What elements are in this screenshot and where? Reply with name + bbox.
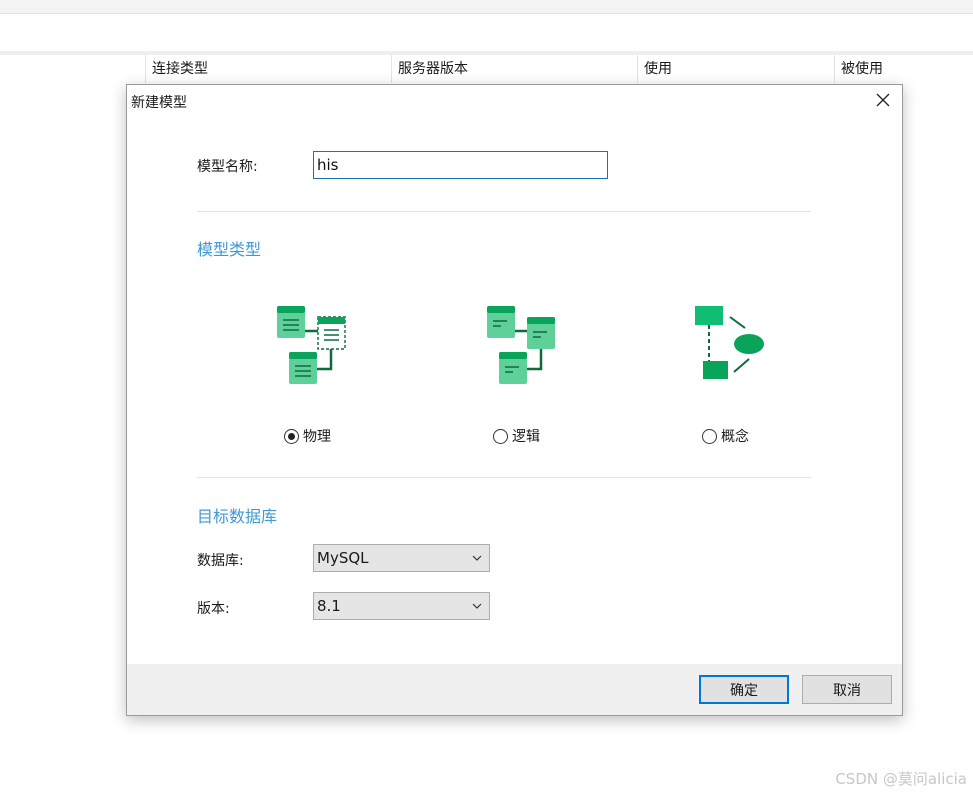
watermark: CSDN @莫问alicia — [835, 770, 967, 788]
radio-physical-label: 物理 — [303, 429, 331, 445]
column-header-connection-type[interactable]: 连接类型 — [145, 55, 391, 83]
radio-logical[interactable]: 逻辑 — [493, 426, 540, 446]
radio-conceptual-label: 概念 — [721, 429, 749, 445]
model-type-title: 模型类型 — [197, 240, 262, 259]
database-select[interactable]: MySQL — [313, 544, 490, 572]
radio-logical-label: 逻辑 — [512, 429, 540, 445]
chevron-down-icon — [472, 555, 482, 561]
new-model-dialog: 新建模型 模型名称: 模型类型 — [126, 84, 903, 716]
app-top-bar — [0, 0, 973, 14]
divider — [197, 477, 811, 478]
database-select-value: MySQL — [317, 549, 369, 567]
divider — [197, 211, 811, 212]
model-name-label: 模型名称: — [197, 159, 258, 175]
radio-conceptual[interactable]: 概念 — [702, 426, 749, 446]
version-select[interactable]: 8.1 — [313, 592, 490, 620]
ok-button[interactable]: 确定 — [699, 675, 789, 704]
chevron-down-icon — [472, 603, 482, 609]
close-icon[interactable] — [875, 92, 891, 108]
dialog-footer: 确定 取消 — [127, 664, 902, 715]
column-header-used-by[interactable]: 被使用 — [834, 55, 973, 83]
dialog-title: 新建模型 — [131, 95, 187, 111]
radio-physical[interactable]: 物理 — [284, 426, 331, 446]
version-label: 版本: — [197, 601, 230, 617]
conceptual-model-icon[interactable] — [695, 306, 767, 386]
radio-button-checked[interactable] — [284, 428, 299, 444]
model-name-input[interactable] — [313, 151, 608, 179]
radio-button[interactable] — [702, 428, 717, 444]
column-header-server-version[interactable]: 服务器版本 — [391, 55, 637, 83]
column-header-used[interactable]: 使用 — [637, 55, 834, 83]
version-select-value: 8.1 — [317, 597, 341, 615]
radio-button[interactable] — [493, 428, 508, 444]
target-database-title: 目标数据库 — [197, 507, 278, 526]
table-header: 连接类型 服务器版本 使用 被使用 — [145, 55, 973, 83]
cancel-button[interactable]: 取消 — [802, 675, 892, 704]
database-label: 数据库: — [197, 553, 244, 569]
physical-model-icon[interactable] — [277, 306, 347, 390]
logical-model-icon[interactable] — [487, 306, 557, 390]
